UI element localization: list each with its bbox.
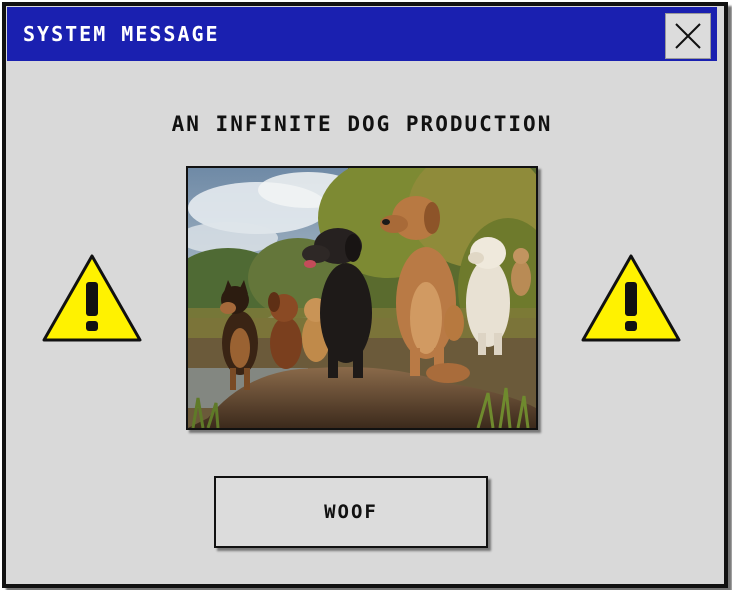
warning-icon: [42, 254, 142, 342]
warning-icon: [581, 254, 681, 342]
system-message-dialog: SYSTEM MESSAGE AN INFINITE DOG PRODUCTIO…: [2, 2, 728, 588]
dialog-heading: AN INFINITE DOG PRODUCTION: [171, 112, 553, 136]
close-button[interactable]: [665, 13, 711, 59]
dogs-photo: [186, 166, 538, 430]
window-title: SYSTEM MESSAGE: [23, 22, 220, 46]
title-bar[interactable]: SYSTEM MESSAGE: [6, 6, 718, 62]
dogs-illustration: [188, 168, 536, 428]
close-icon: [675, 23, 701, 49]
woof-button[interactable]: WOOF: [214, 476, 488, 548]
